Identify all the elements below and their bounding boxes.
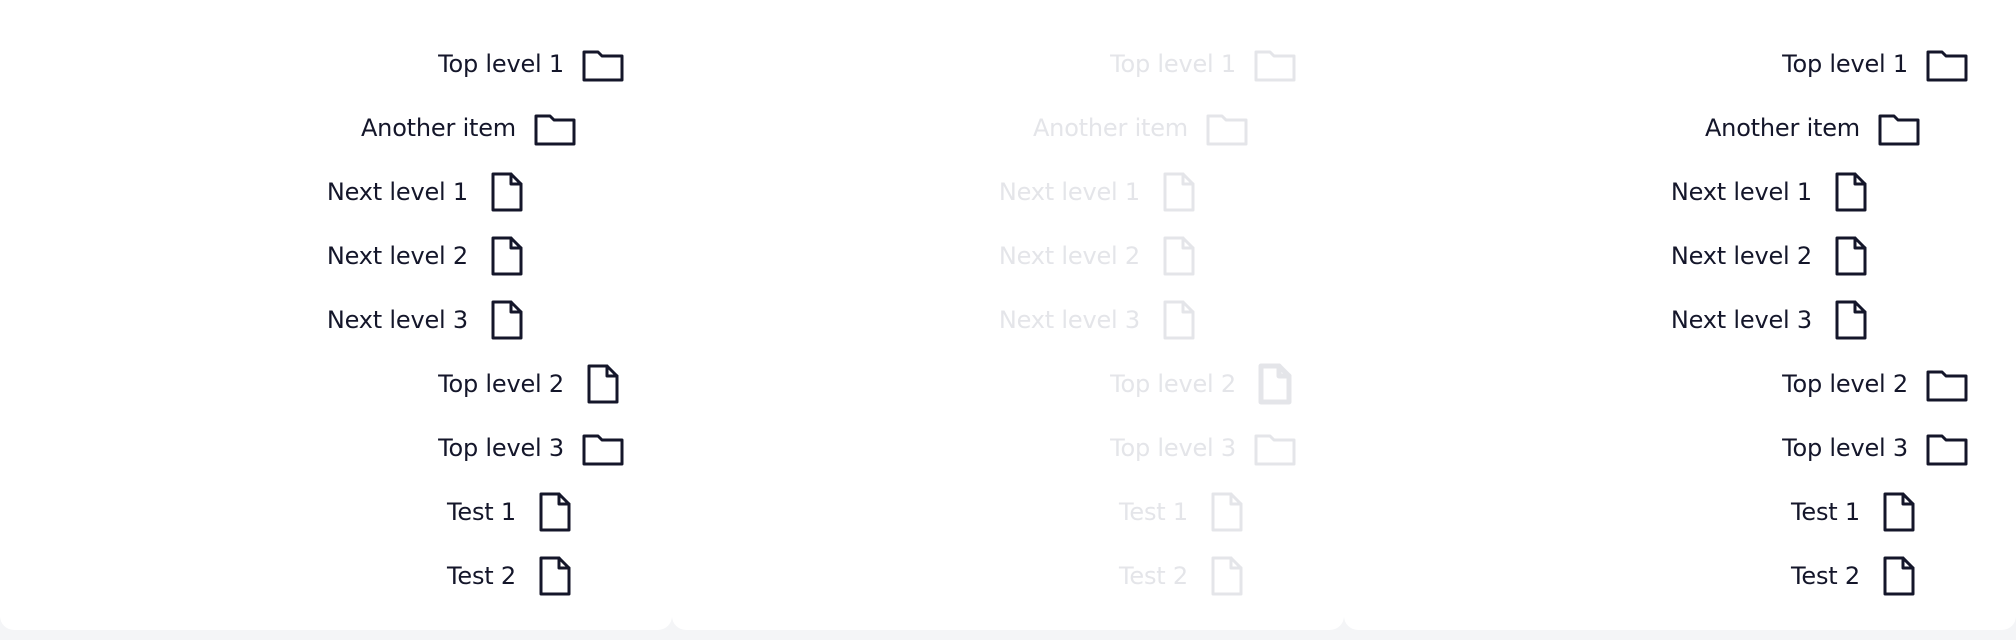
tree-item[interactable]: Next level 2 [0,232,530,280]
file-icon [1828,233,1874,279]
folder-icon [1924,425,1970,471]
tree-item-label: Top level 2 [1782,370,1908,398]
tree-panel-normal: Top level 1 Another item Next level 1 Ne… [0,0,672,630]
tree-item[interactable]: Next level 3 [672,296,1202,344]
tree-item[interactable]: Another item [1344,104,1922,152]
tree-item[interactable]: Test 1 [672,488,1250,536]
file-icon [532,489,578,535]
folder-icon [532,105,578,151]
tree-view: Top level 1 Another item Next level 1 Ne… [1344,0,2016,630]
tree-item[interactable]: Test 2 [1344,552,1922,600]
folder-icon [1204,105,1250,151]
file-icon [1876,553,1922,599]
tree-item-label: Test 2 [1119,562,1188,590]
tree-item-label: Top level 3 [1782,434,1908,462]
tree-item-label: Test 1 [1791,498,1860,526]
tree-item[interactable]: Next level 1 [672,168,1202,216]
tree-item[interactable]: Next level 3 [0,296,530,344]
tree-item-label: Another item [360,114,516,142]
file-icon [1156,169,1202,215]
tree-item-label: Top level 3 [438,434,564,462]
tree-item-label: Top level 1 [1782,50,1908,78]
tree-view: Top level 1 Another item Next level 1 Ne… [672,0,1344,630]
tree-item-label: Next level 2 [998,242,1140,270]
file-icon [532,553,578,599]
file-icon [484,169,530,215]
file-icon [1156,233,1202,279]
tree-panels: Top level 1 Another item Next level 1 Ne… [0,0,2016,640]
tree-item[interactable]: Another item [672,104,1250,152]
file-icon [1828,297,1874,343]
tree-item[interactable]: Top level 3 [672,424,1298,472]
tree-item[interactable]: Another item [0,104,578,152]
folder-icon [1924,41,1970,87]
tree-item-label: Test 1 [1119,498,1188,526]
tree-item-label: Next level 3 [998,306,1140,334]
tree-item-label: Test 2 [1791,562,1860,590]
folder-icon [580,41,626,87]
tree-item-label: Next level 1 [998,178,1140,206]
tree-item-label: Another item [1704,114,1860,142]
tree-item-label: Next level 2 [326,242,468,270]
file-icon [1828,169,1874,215]
tree-item-label: Next level 2 [1670,242,1812,270]
file-icon [1156,297,1202,343]
tree-item[interactable]: Top level 1 [0,40,626,88]
folder-icon [580,425,626,471]
file-icon [580,361,626,407]
tree-item[interactable]: Top level 3 [1344,424,1970,472]
file-icon [484,297,530,343]
folder-icon [1252,41,1298,87]
tree-item-label: Top level 1 [438,50,564,78]
tree-item-drag-target[interactable]: Top level 2 [672,360,1298,408]
tree-item-label: Next level 3 [1670,306,1812,334]
file-icon [1204,489,1250,535]
file-icon [484,233,530,279]
tree-item[interactable]: Next level 1 [1344,168,1874,216]
tree-item-label: Top level 3 [1110,434,1236,462]
tree-item-label: Next level 3 [326,306,468,334]
tree-item[interactable]: Top level 2 [1344,360,1970,408]
folder-icon [1924,361,1970,407]
tree-item[interactable]: Top level 3 [0,424,626,472]
tree-item[interactable]: Next level 3 [1344,296,1874,344]
tree-panel-dragging: Top level 1 Another item Next level 1 Ne… [672,0,1344,630]
file-icon [1876,489,1922,535]
tree-item-label: Test 2 [447,562,516,590]
tree-item[interactable]: Top level 1 [672,40,1298,88]
tree-item-label: Another item [1032,114,1188,142]
tree-item[interactable]: Top level 2 [0,360,626,408]
tree-item-label: Top level 2 [438,370,564,398]
tree-item[interactable]: Test 2 [672,552,1250,600]
tree-item-label: Next level 1 [1670,178,1812,206]
tree-item[interactable]: Test 2 [0,552,578,600]
tree-item[interactable]: Top level 1 [1344,40,1970,88]
tree-item[interactable]: Next level 2 [1344,232,1874,280]
folder-icon [1252,425,1298,471]
tree-panel-dropped: Top level 1 Another item Next level 1 Ne… [1344,0,2016,630]
file-icon [1204,553,1250,599]
tree-view: Top level 1 Another item Next level 1 Ne… [0,0,672,630]
tree-item-label: Top level 1 [1110,50,1236,78]
folder-icon [1876,105,1922,151]
tree-item-label: Test 1 [447,498,516,526]
tree-item-label: Next level 1 [326,178,468,206]
tree-item[interactable]: Next level 1 [0,168,530,216]
tree-item[interactable]: Test 1 [1344,488,1922,536]
tree-item[interactable]: Test 1 [0,488,578,536]
tree-item[interactable]: Next level 2 [672,232,1202,280]
tree-item-label: Top level 2 [1110,370,1236,398]
file-icon [1252,361,1298,407]
